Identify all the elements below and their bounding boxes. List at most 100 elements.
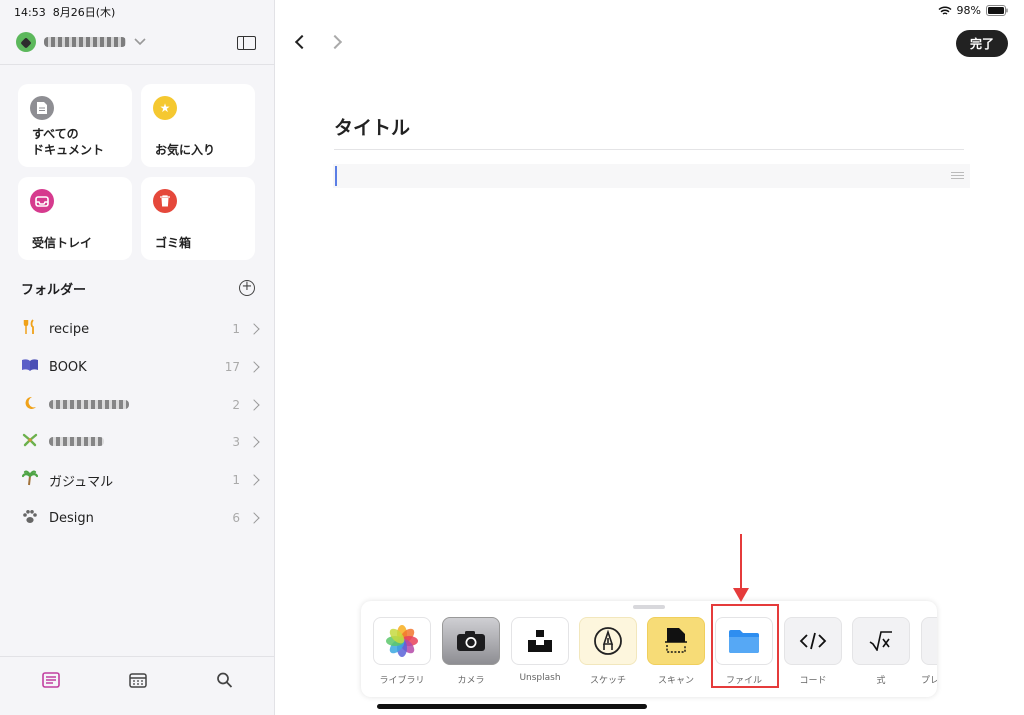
folder-name-redacted bbox=[49, 398, 214, 413]
search-tab-icon[interactable] bbox=[216, 672, 234, 688]
card-label: 受信トレイ bbox=[32, 236, 93, 250]
folder-count: 1 bbox=[232, 322, 240, 336]
annotation-highlight-box bbox=[711, 604, 779, 688]
chevron-down-icon bbox=[134, 38, 146, 46]
tool-label: カメラ bbox=[457, 676, 485, 686]
tool-label: スキャン bbox=[657, 676, 694, 686]
palm-leaf-icon bbox=[20, 432, 40, 452]
folder-name: ガジュマル bbox=[49, 474, 114, 490]
tool-sketch[interactable]: スケッチ bbox=[579, 617, 637, 686]
card-label: すべての ドキュメント bbox=[32, 127, 105, 157]
status-time-date: 14:53 8月26日(木) bbox=[14, 4, 115, 20]
folder-name-redacted bbox=[49, 435, 214, 450]
card-label: お気に入り bbox=[155, 143, 216, 157]
folder-name: BOOK bbox=[49, 359, 87, 375]
card-favorites[interactable]: ★ お気に入り bbox=[141, 84, 255, 167]
home-indicator bbox=[377, 704, 647, 709]
photos-icon bbox=[373, 617, 431, 665]
scan-icon bbox=[647, 617, 705, 665]
folder-item-design[interactable]: Design 6 bbox=[20, 506, 260, 530]
sidebar: 14:53 8月26日(木) すべての ドキュメント ★ お気に入り 受信トレイ… bbox=[0, 0, 275, 715]
folder-count: 17 bbox=[224, 360, 240, 374]
document-title[interactable]: タイトル bbox=[334, 113, 410, 140]
folder-name: Design bbox=[49, 510, 94, 526]
divider bbox=[0, 64, 274, 65]
battery-icon bbox=[986, 5, 1008, 16]
sidebar-toggle-icon[interactable] bbox=[237, 36, 256, 50]
tool-label: Unsplash bbox=[519, 673, 561, 683]
drag-handle-icon[interactable] bbox=[951, 172, 964, 179]
status-date: 8月26日(木) bbox=[52, 6, 116, 19]
document-icon bbox=[30, 96, 54, 120]
text-caret bbox=[335, 166, 337, 186]
tool-label: スケッチ bbox=[589, 676, 626, 686]
add-folder-icon[interactable]: + bbox=[239, 280, 255, 296]
tool-formula[interactable]: 式 bbox=[852, 617, 910, 686]
camera-icon bbox=[442, 617, 500, 665]
folder-name: recipe bbox=[49, 321, 90, 337]
folder-count: 3 bbox=[232, 435, 240, 449]
status-time: 14:53 bbox=[14, 6, 46, 19]
paw-icon bbox=[20, 509, 40, 528]
annotation-arrow-shaft bbox=[740, 534, 742, 590]
tool-unsplash[interactable]: Unsplash bbox=[511, 617, 569, 683]
account-switcher[interactable] bbox=[16, 32, 146, 52]
folder-count: 6 bbox=[232, 511, 240, 525]
tool-label: プレ bbox=[921, 676, 937, 686]
folder-item-redacted-1[interactable]: 2 bbox=[20, 393, 260, 417]
card-all-documents[interactable]: すべての ドキュメント bbox=[18, 84, 132, 167]
more-icon bbox=[921, 617, 937, 665]
code-icon bbox=[784, 617, 842, 665]
annotation-arrow-head bbox=[733, 588, 749, 602]
folders-heading: フォルダー bbox=[21, 283, 87, 298]
folder-item-redacted-2[interactable]: 3 bbox=[20, 430, 260, 454]
folder-item-recipe[interactable]: recipe 1 bbox=[20, 317, 260, 341]
calendar-tab-icon[interactable] bbox=[129, 672, 147, 688]
tool-label: ライブラリ bbox=[379, 676, 425, 686]
folder-item-book[interactable]: BOOK 17 bbox=[20, 355, 260, 379]
chevron-right-icon bbox=[248, 474, 260, 486]
formula-icon bbox=[852, 617, 910, 665]
folder-count: 1 bbox=[232, 473, 240, 487]
back-arrow-icon[interactable] bbox=[294, 34, 310, 50]
status-indicators: 98% bbox=[938, 4, 1008, 17]
tool-code[interactable]: コード bbox=[784, 617, 842, 686]
tool-label: 式 bbox=[876, 676, 886, 686]
unsplash-icon bbox=[511, 617, 569, 665]
account-name-redacted bbox=[44, 37, 126, 47]
trash-icon bbox=[153, 189, 177, 213]
folder-item-gajumaru[interactable]: ガジュマル 1 bbox=[20, 468, 260, 492]
tool-label: コード bbox=[799, 676, 827, 686]
chevron-right-icon bbox=[248, 436, 260, 448]
card-label: ゴミ箱 bbox=[155, 236, 192, 250]
tool-scan[interactable]: スキャン bbox=[647, 617, 705, 686]
fork-knife-icon bbox=[20, 319, 40, 339]
folder-count: 2 bbox=[232, 398, 240, 412]
panel-grabber[interactable] bbox=[633, 605, 665, 609]
book-icon bbox=[20, 358, 40, 376]
chevron-right-icon bbox=[248, 361, 260, 373]
documents-tab-icon[interactable] bbox=[42, 672, 60, 688]
tool-library[interactable]: ライブラリ bbox=[373, 617, 431, 686]
chevron-right-icon bbox=[248, 323, 260, 335]
chevron-right-icon bbox=[248, 512, 260, 524]
done-button[interactable]: 完了 bbox=[956, 30, 1008, 57]
tool-camera[interactable]: カメラ bbox=[442, 617, 500, 686]
star-icon: ★ bbox=[153, 96, 177, 120]
insert-panel: ライブラリ カメラ Unsplash スケッチ スキャン ファイル コード 式 … bbox=[361, 601, 937, 697]
moon-icon bbox=[20, 396, 40, 414]
chevron-right-icon bbox=[248, 399, 260, 411]
card-inbox[interactable]: 受信トレイ bbox=[18, 177, 132, 260]
inbox-icon bbox=[30, 189, 54, 213]
card-trash[interactable]: ゴミ箱 bbox=[141, 177, 255, 260]
palm-tree-icon bbox=[20, 470, 40, 490]
battery-percent: 98% bbox=[956, 4, 981, 17]
wifi-icon bbox=[938, 5, 952, 15]
account-avatar-icon bbox=[16, 32, 36, 52]
forward-arrow-icon[interactable] bbox=[327, 34, 343, 50]
sidebar-bottom-bar bbox=[0, 656, 274, 715]
editor-body-line[interactable] bbox=[333, 164, 970, 188]
title-divider bbox=[334, 149, 964, 150]
sketch-pen-icon bbox=[579, 617, 637, 665]
tool-more[interactable]: プレ bbox=[921, 617, 937, 686]
